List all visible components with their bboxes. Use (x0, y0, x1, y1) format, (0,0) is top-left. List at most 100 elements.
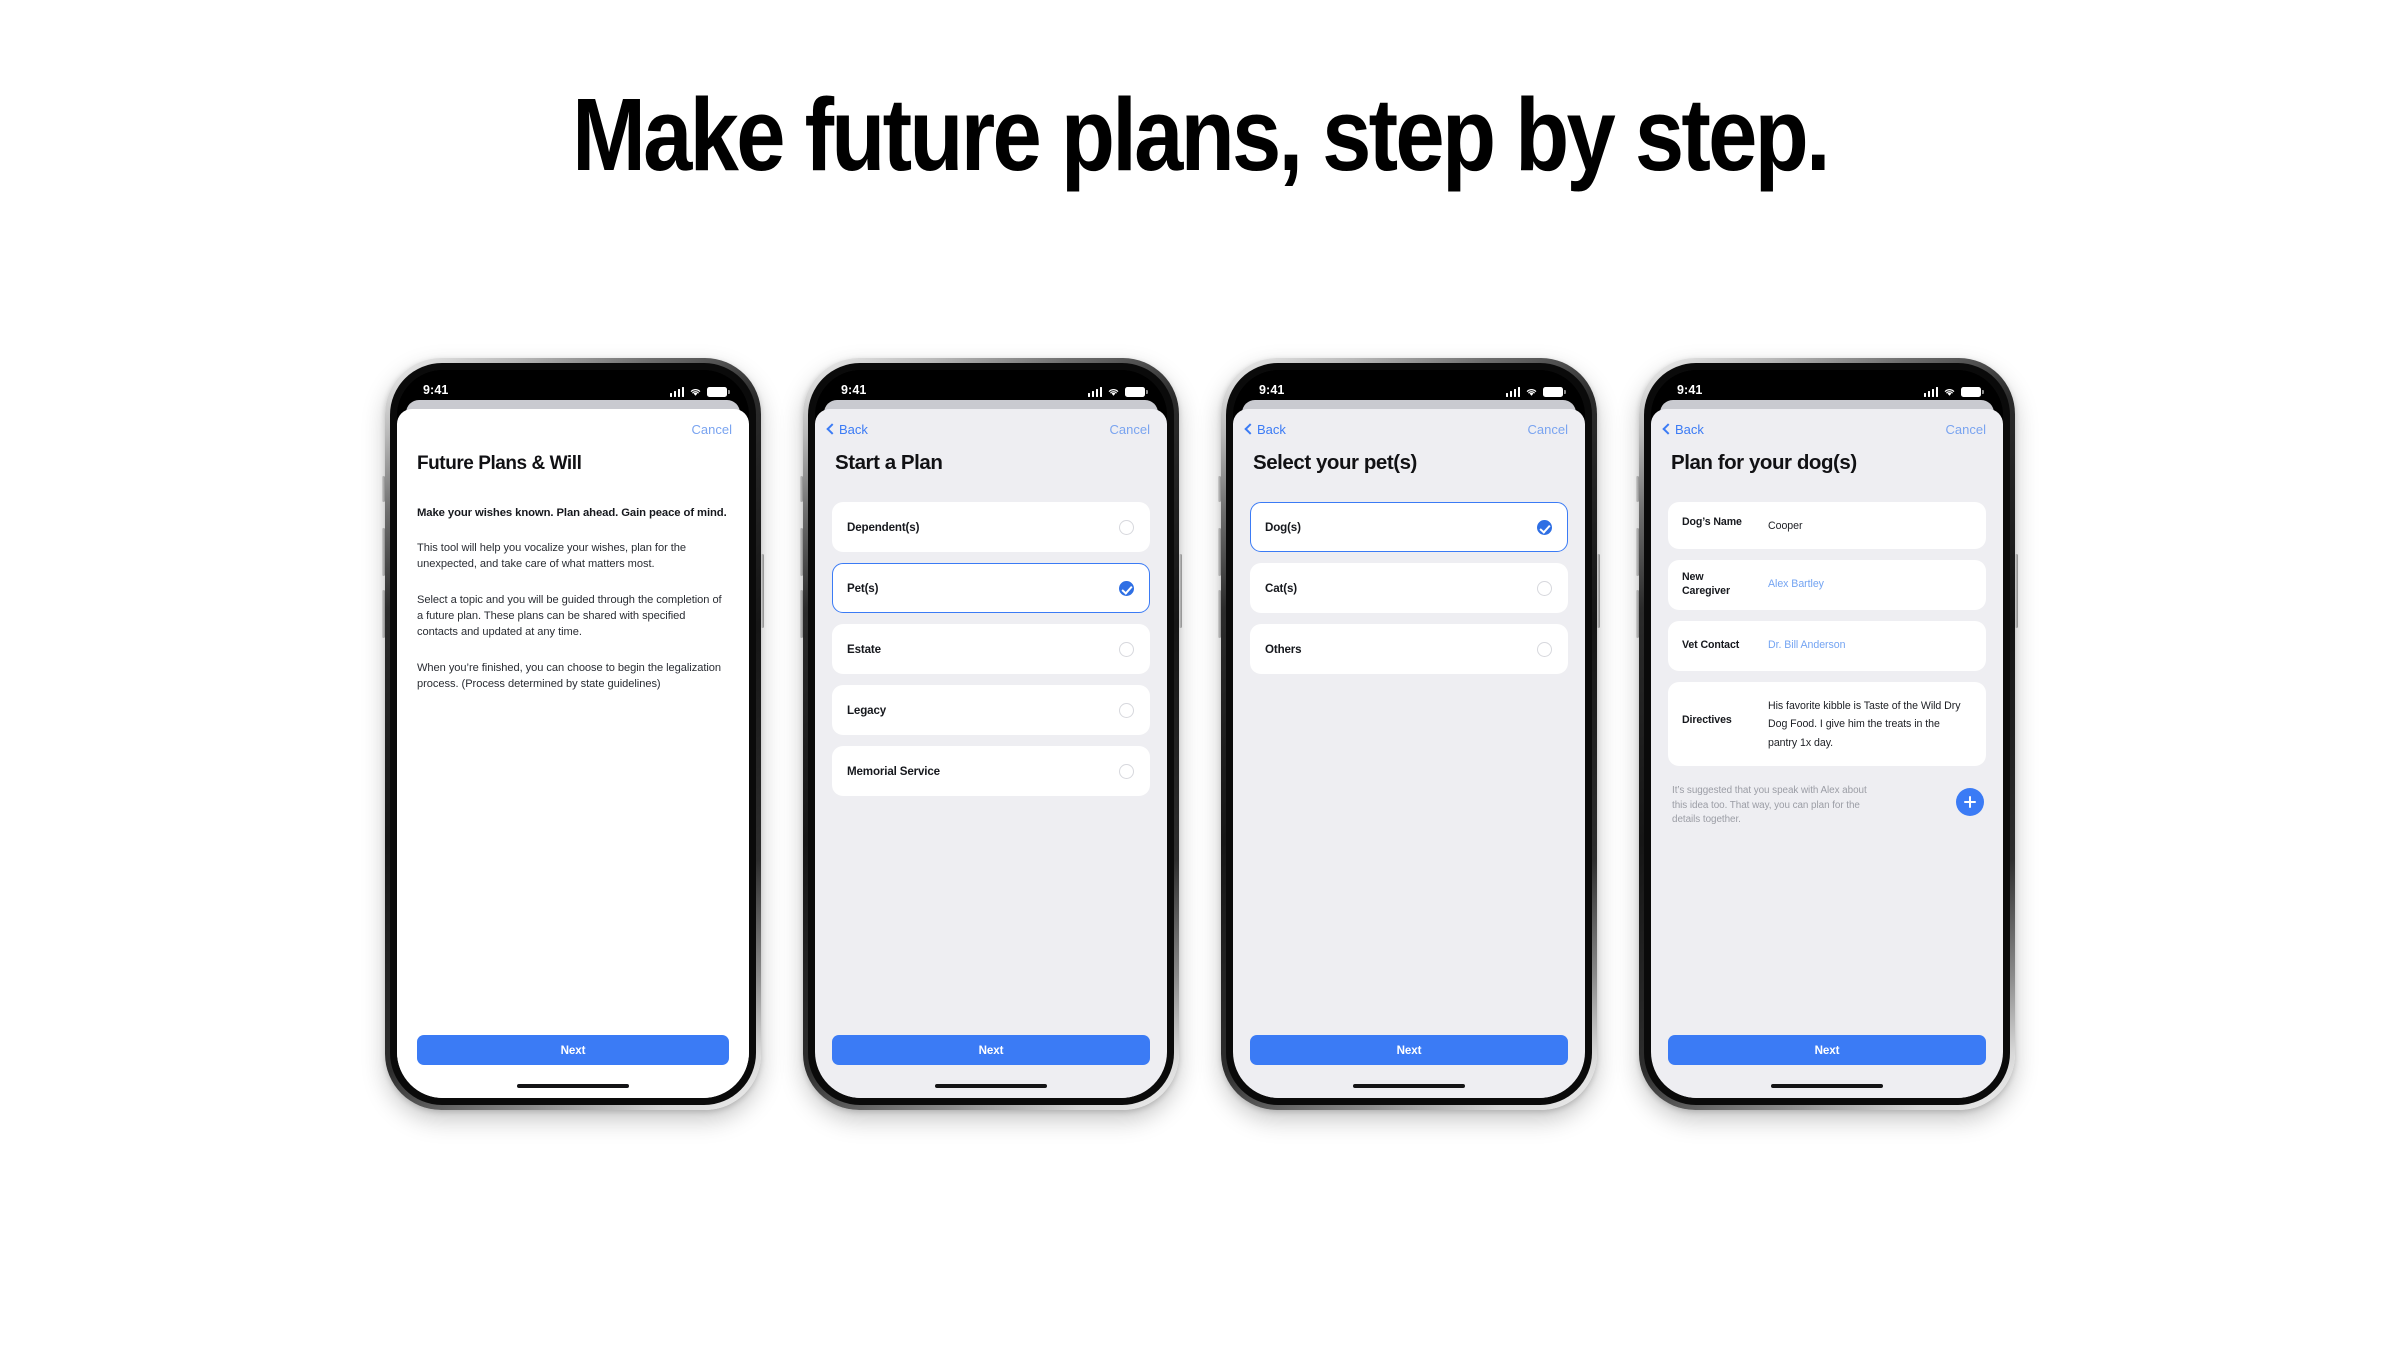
status-bar: 9:41 (397, 370, 749, 400)
form-row-vet-contact[interactable]: Vet Contact Dr. Bill Anderson (1668, 620, 1986, 671)
power-button[interactable] (2015, 554, 2018, 628)
sheet-stack: Back Cancel Plan for your dog(s) Dog’s N… (1651, 400, 2003, 1098)
intro-paragraph-1: This tool will help you vocalize your wi… (417, 542, 687, 571)
volume-down-button[interactable] (382, 590, 385, 638)
cancel-button[interactable]: Cancel (1528, 422, 1568, 437)
back-button[interactable]: Back (826, 422, 868, 437)
footer: Next (1651, 1035, 2003, 1074)
vet-contact-value[interactable]: Dr. Bill Anderson (1768, 638, 1846, 654)
volume-down-button[interactable] (1636, 590, 1639, 638)
home-indicator[interactable] (1353, 1084, 1465, 1088)
radio-unchecked-icon[interactable] (1537, 580, 1552, 596)
silent-switch[interactable] (1636, 476, 1639, 502)
cancel-button[interactable]: Cancel (1946, 422, 1986, 437)
intro-paragraph-2: Select a topic and you will be guided th… (417, 593, 722, 639)
volume-down-button[interactable] (800, 590, 803, 638)
home-indicator[interactable] (1771, 1084, 1883, 1088)
screen-title: Plan for your dog(s) (1671, 451, 1857, 474)
option-row-estate[interactable]: Estate (832, 624, 1150, 674)
option-row-others[interactable]: Others (1250, 624, 1568, 674)
option-label: Pet(s) (847, 581, 879, 595)
home-indicator[interactable] (935, 1084, 1047, 1088)
phone-mockup-start-a-plan: 9:41 Back Cancel Start a Plan Dependent(… (800, 358, 1182, 1110)
option-label: Cat(s) (1265, 581, 1297, 595)
page-title: Make future plans, step by step. (572, 77, 1830, 192)
silent-switch[interactable] (382, 476, 385, 502)
new-caregiver-value[interactable]: Alex Bartley (1768, 577, 1824, 593)
silent-switch[interactable] (800, 476, 803, 502)
radio-checked-icon[interactable] (1119, 580, 1134, 596)
phone-mockup-select-pets: 9:41 Back Cancel Select your pet(s) Dog(… (1218, 358, 1600, 1110)
plus-icon[interactable] (1956, 787, 1984, 816)
cellular-signal-icon (1923, 387, 1938, 397)
list-filler (1250, 674, 1568, 1035)
status-icon-group (669, 387, 730, 397)
power-button[interactable] (761, 554, 764, 628)
screen-select-pets: 9:41 Back Cancel Select your pet(s) Dog(… (1233, 370, 1585, 1098)
phone-mockup-rail: 9:41 Cancel Future Plans & Will Make you… (0, 358, 2400, 1110)
silent-switch[interactable] (1218, 476, 1221, 502)
home-indicator[interactable] (517, 1084, 629, 1088)
power-button[interactable] (1597, 554, 1600, 628)
cellular-signal-icon (1087, 387, 1102, 397)
form-row-new-caregiver[interactable]: New Caregiver Alex Bartley (1668, 559, 1986, 610)
volume-up-button[interactable] (800, 528, 803, 576)
radio-unchecked-icon[interactable] (1119, 519, 1134, 535)
battery-icon (1543, 387, 1566, 397)
option-row-pets[interactable]: Pet(s) (832, 563, 1150, 613)
volume-up-button[interactable] (1218, 528, 1221, 576)
form-list: Dog’s Name Cooper New Caregiver Alex Bar… (1668, 502, 1986, 766)
form-row-dogs-name[interactable]: Dog’s Name Cooper (1668, 502, 1986, 549)
footer: Next (397, 1035, 749, 1074)
directives-input[interactable]: His favorite kibble is Taste of the Wild… (1768, 700, 1961, 749)
phone-bezel: 9:41 (1226, 363, 1592, 1105)
chevron-left-icon (826, 423, 838, 435)
next-button[interactable]: Next (1250, 1035, 1568, 1065)
list-filler (832, 796, 1150, 1035)
modal-sheet: Back Cancel Select your pet(s) Dog(s) Ca… (1233, 409, 1585, 1098)
volume-up-button[interactable] (1636, 528, 1639, 576)
back-button-label: Back (1675, 421, 1704, 437)
poster-canvas: Make future plans, step by step. 9:41 Ca… (0, 0, 2400, 1350)
radio-unchecked-icon[interactable] (1119, 763, 1134, 779)
screen-intro: 9:41 Cancel Future Plans & Will Make you… (397, 370, 749, 1098)
option-row-memorial-service[interactable]: Memorial Service (832, 746, 1150, 796)
intro-body: Make your wishes known. Plan ahead. Gain… (397, 475, 749, 1035)
option-row-dogs[interactable]: Dog(s) (1250, 502, 1568, 552)
battery-icon (1961, 387, 1984, 397)
back-button[interactable]: Back (1244, 422, 1286, 437)
option-label: Estate (847, 642, 881, 656)
intro-lead-text: Make your wishes known. Plan ahead. Gain… (417, 507, 727, 519)
option-row-dependents[interactable]: Dependent(s) (832, 502, 1150, 552)
radio-unchecked-icon[interactable] (1119, 641, 1134, 657)
phone-bezel: 9:41 (808, 363, 1174, 1105)
status-icon-group (1087, 387, 1148, 397)
option-row-legacy[interactable]: Legacy (832, 685, 1150, 735)
phone-bezel: 9:41 (1644, 363, 2010, 1105)
volume-down-button[interactable] (1218, 590, 1221, 638)
radio-unchecked-icon[interactable] (1119, 702, 1134, 718)
next-button[interactable]: Next (417, 1035, 729, 1065)
status-time: 9:41 (423, 383, 449, 397)
status-icon-group (1505, 387, 1566, 397)
dogs-name-input[interactable]: Cooper (1768, 520, 1803, 532)
option-list: Dependent(s) Pet(s) Estate Legacy Memori… (832, 502, 1150, 796)
back-button[interactable]: Back (1662, 421, 1704, 437)
next-button[interactable]: Next (832, 1035, 1150, 1065)
radio-checked-icon[interactable] (1537, 519, 1552, 535)
wifi-icon (1526, 389, 1537, 396)
cancel-button[interactable]: Cancel (692, 422, 732, 437)
home-indicator-area (1651, 1074, 2003, 1098)
power-button[interactable] (1179, 554, 1182, 628)
home-indicator-area (1233, 1074, 1585, 1098)
form-row-directives[interactable]: Directives His favorite kibble is Taste … (1668, 681, 1986, 766)
cancel-button[interactable]: Cancel (1110, 422, 1150, 437)
volume-up-button[interactable] (382, 528, 385, 576)
intro-paragraph-3: When you’re finished, you can choose to … (417, 661, 722, 690)
radio-unchecked-icon[interactable] (1537, 641, 1552, 657)
field-label: Dog’s Name (1682, 516, 1742, 528)
field-label: New Caregiver (1682, 570, 1730, 597)
option-row-cats[interactable]: Cat(s) (1250, 563, 1568, 613)
option-list-body: Dog(s) Cat(s) Others (1233, 475, 1585, 1035)
next-button[interactable]: Next (1668, 1035, 1986, 1065)
